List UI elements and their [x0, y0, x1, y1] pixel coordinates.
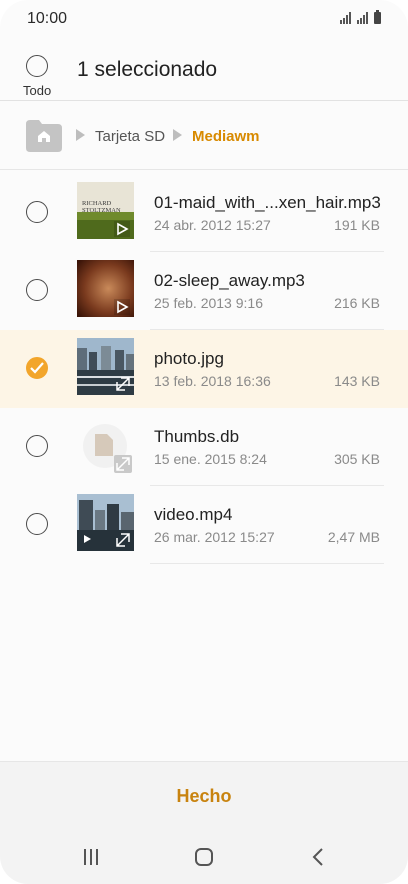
- select-all-checkbox[interactable]: [26, 55, 48, 77]
- file-row[interactable]: RICHARD STOLTZMAN 01-maid_with_...xen_ha…: [0, 174, 408, 252]
- status-bar: 10:00: [0, 0, 408, 38]
- breadcrumb-item-current[interactable]: Mediawm: [192, 128, 260, 145]
- breadcrumb-divider: [0, 169, 408, 170]
- file-size: 305 KB: [334, 451, 380, 467]
- status-time: 10:00: [27, 10, 68, 27]
- file-name: 01-maid_with_...xen_hair.mp3: [154, 193, 381, 212]
- row-checkbox[interactable]: [26, 201, 48, 223]
- file-size: 191 KB: [334, 217, 380, 233]
- done-button[interactable]: Hecho: [0, 786, 408, 807]
- file-name: video.mp4: [154, 505, 233, 524]
- album-text-1: RICHARD: [82, 200, 112, 207]
- album-text-2: STOLTZMAN: [82, 207, 121, 214]
- signal-icon: [340, 12, 351, 24]
- file-date: 25 feb. 2013 9:16: [154, 295, 263, 311]
- battery-icon: [374, 10, 381, 24]
- file-date: 26 mar. 2012 15:27: [154, 529, 275, 545]
- image-thumbnail: [77, 338, 134, 395]
- file-date: 24 abr. 2012 15:27: [154, 217, 271, 233]
- check-icon: [30, 362, 44, 374]
- file-row-selected[interactable]: photo.jpg 13 feb. 2018 16:36 143 KB: [0, 330, 408, 408]
- chevron-right-icon: [173, 129, 182, 141]
- row-checkbox[interactable]: [26, 279, 48, 301]
- file-size: 143 KB: [334, 373, 380, 389]
- back-icon[interactable]: [311, 847, 325, 867]
- file-name: Thumbs.db: [154, 427, 240, 446]
- status-icons: [340, 10, 381, 24]
- file-row[interactable]: Thumbs.db 15 ene. 2015 8:24 305 KB: [0, 408, 408, 486]
- album-thumbnail: [77, 260, 134, 317]
- video-thumbnail: [77, 494, 134, 551]
- recents-icon[interactable]: [82, 848, 100, 866]
- generic-file-thumbnail: [77, 416, 134, 473]
- navigation-bar: [0, 831, 408, 884]
- select-all-label: Todo: [23, 83, 52, 98]
- home-folder-icon[interactable]: [26, 120, 62, 152]
- home-icon[interactable]: [194, 847, 214, 867]
- row-checkbox[interactable]: [26, 513, 48, 535]
- file-date: 15 ene. 2015 8:24: [154, 451, 267, 467]
- breadcrumb: Tarjeta SD Mediawm: [0, 101, 408, 169]
- breadcrumb-item-sd-card[interactable]: Tarjeta SD: [95, 128, 165, 145]
- chevron-right-icon: [76, 129, 85, 141]
- file-list: RICHARD STOLTZMAN 01-maid_with_...xen_ha…: [0, 174, 408, 564]
- signal-icon-2: [357, 12, 368, 24]
- done-bar: Hecho: [0, 761, 408, 832]
- file-size: 216 KB: [334, 295, 380, 311]
- selection-count-title: 1 seleccionado: [77, 58, 218, 81]
- file-size: 2,47 MB: [327, 529, 380, 545]
- file-date: 13 feb. 2018 16:36: [154, 373, 271, 389]
- row-checkbox-checked[interactable]: [26, 357, 48, 379]
- file-row[interactable]: 02-sleep_away.mp3 25 feb. 2013 9:16 216 …: [0, 252, 408, 330]
- file-name: 02-sleep_away.mp3: [154, 271, 305, 290]
- selection-header: Todo 1 seleccionado: [0, 40, 408, 100]
- row-divider: [150, 563, 384, 564]
- screen: 10:00 Todo 1 seleccionado Tarjeta SD Med…: [0, 0, 408, 884]
- file-name: photo.jpg: [154, 349, 224, 368]
- file-row[interactable]: video.mp4 26 mar. 2012 15:27 2,47 MB: [0, 486, 408, 564]
- album-thumbnail: RICHARD STOLTZMAN: [77, 182, 134, 239]
- row-checkbox[interactable]: [26, 435, 48, 457]
